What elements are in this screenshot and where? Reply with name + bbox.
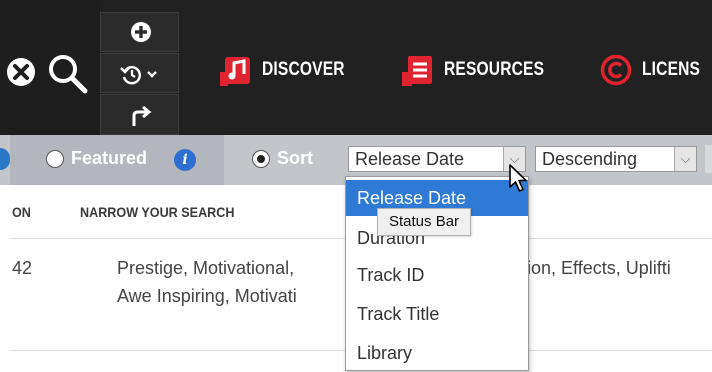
nav-discover[interactable]: DISCOVER [220,52,363,88]
dropdown-option-track-title[interactable]: Track Title [346,295,528,333]
tooltip: Status Bar [377,208,472,236]
sort-by-select[interactable]: Release Date ⌵ [348,146,526,172]
track-number: 42 [12,258,33,278]
sort-order-value: Descending [542,149,638,169]
tags-line-1[interactable]: Prestige, Motivational, [117,258,294,279]
sort-radio[interactable] [252,150,270,168]
sort-label: Sort [277,148,313,168]
nav-discover-label: DISCOVER [262,59,345,80]
chevron-down-icon: ⌵ [674,147,696,171]
music-note-icon [220,57,250,86]
share-arrow-icon [132,105,152,126]
info-icon[interactable]: i [174,149,196,171]
search-controls [0,0,100,135]
column-header-narrow-search[interactable]: NARROW YOUR SEARCH [80,204,234,220]
add-button[interactable] [100,12,179,52]
sort-order-select[interactable]: Descending ⌵ [535,146,697,172]
column-header-on[interactable]: ON [12,204,31,220]
share-button[interactable] [100,94,179,135]
dropdown-option-library[interactable]: Library [346,334,528,372]
sort-by-dropdown: Release Date Duration Track ID Track Tit… [345,176,529,371]
nav-license-label: LICENS [642,59,701,80]
nav-resources-label: RESOURCES [444,59,545,80]
mouse-pointer-icon [509,164,527,192]
sort-by-value: Release Date [355,149,465,169]
history-icon [120,66,157,85]
search-icon[interactable] [46,52,90,96]
clear-icon[interactable] [6,57,36,87]
history-button[interactable] [100,53,179,93]
copyright-icon [600,54,632,86]
nav-license[interactable]: LICENS [600,52,712,88]
tags-line-1-continued[interactable]: ion, Effects, Uplifti [527,258,671,279]
featured-radio[interactable] [46,150,64,168]
document-list-icon [402,56,432,86]
featured-label: Featured [71,148,148,168]
filter-bar-edge [705,145,712,173]
tags-line-2[interactable]: Awe Inspiring, Motivati [117,286,297,307]
dropdown-option-track-id[interactable]: Track ID [346,256,528,294]
action-stack [100,12,180,135]
plus-circle-icon [131,22,151,42]
nav-resources[interactable]: RESOURCES [402,52,566,88]
